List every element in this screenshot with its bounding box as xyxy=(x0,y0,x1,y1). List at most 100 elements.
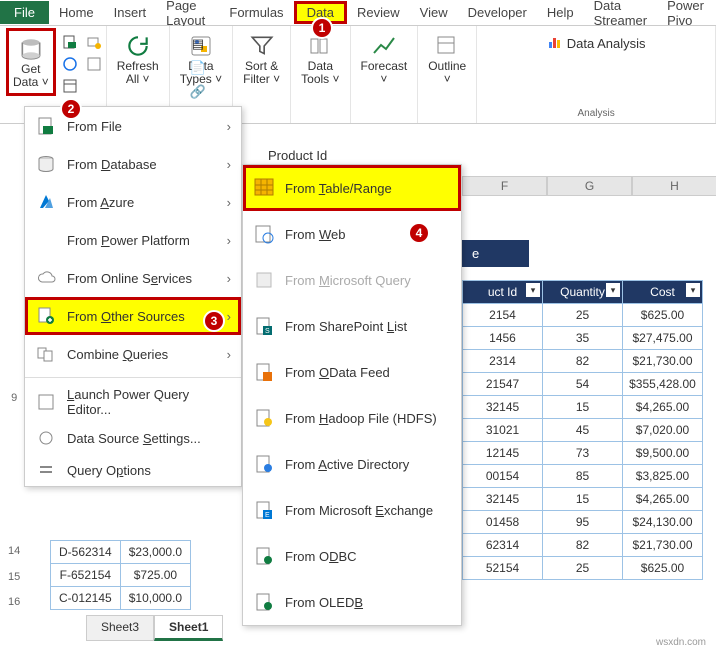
from-web-icon[interactable] xyxy=(60,54,80,74)
table-row[interactable]: 231482$21,730.00 xyxy=(463,350,703,373)
submenu-label: From OLEDB xyxy=(285,595,363,610)
col-header-g[interactable]: G xyxy=(547,176,632,196)
data-analysis-button[interactable]: Data Analysis xyxy=(541,28,652,59)
marker-3: 3 xyxy=(203,310,225,332)
filter-icon[interactable]: ▾ xyxy=(606,283,620,297)
col-header-f[interactable]: F xyxy=(462,176,547,196)
filter-icon[interactable]: ▾ xyxy=(686,283,700,297)
table-row[interactable]: 5215425$625.00 xyxy=(463,557,703,580)
file-icon xyxy=(35,115,57,137)
table-row[interactable]: 0015485$3,825.00 xyxy=(463,465,703,488)
submenu-label: From Active Directory xyxy=(285,457,409,472)
table-row[interactable]: 0145895$24,130.00 xyxy=(463,511,703,534)
table-row[interactable]: 3102145$7,020.00 xyxy=(463,419,703,442)
tab-insert[interactable]: Insert xyxy=(104,1,157,24)
menu-label: From Other Sources xyxy=(67,309,185,324)
row-header[interactable]: 16 xyxy=(8,596,20,622)
submenu-from-ad[interactable]: From Active Directory xyxy=(243,441,461,487)
row-header[interactable]: 9 xyxy=(8,392,20,418)
refresh-all-button[interactable]: Refresh All ˅ xyxy=(113,28,163,90)
submenu-label: From Web xyxy=(285,227,345,242)
table-row[interactable]: 1214573$9,500.00 xyxy=(463,442,703,465)
tab-review[interactable]: Review xyxy=(347,1,410,24)
outline-icon xyxy=(433,32,461,60)
submenu-from-odbc[interactable]: From ODBC xyxy=(243,533,461,579)
table-row[interactable]: C-012145$10,000.0 xyxy=(51,587,191,610)
submenu-from-exchange[interactable]: E From Microsoft Exchange xyxy=(243,487,461,533)
from-table-icon[interactable] xyxy=(60,76,80,96)
table-row[interactable]: 145635$27,475.00 xyxy=(463,327,703,350)
table-row[interactable]: 3214515$4,265.00 xyxy=(463,396,703,419)
watermark: wsxdn.com xyxy=(656,637,706,648)
submenu-from-hadoop[interactable]: From Hadoop File (HDFS) xyxy=(243,395,461,441)
menu-combine-queries[interactable]: Combine Queries › xyxy=(25,335,241,373)
submenu-label: From ODBC xyxy=(285,549,357,564)
table-row[interactable]: 3214515$4,265.00 xyxy=(463,488,703,511)
data-tools-label-2: Tools ˅ xyxy=(301,73,339,86)
sheet-tab-sheet3[interactable]: Sheet3 xyxy=(86,615,154,641)
tab-help[interactable]: Help xyxy=(537,1,584,24)
menu-query-options[interactable]: Query Options xyxy=(25,454,241,486)
submenu-from-oledb[interactable]: From OLEDB xyxy=(243,579,461,625)
chevron-right-icon: › xyxy=(227,309,231,324)
submenu-from-odata[interactable]: From OData Feed xyxy=(243,349,461,395)
menu-label: From Database xyxy=(67,157,157,172)
chevron-right-icon: › xyxy=(227,119,231,134)
row-header[interactable]: 14 xyxy=(8,545,20,571)
menu-launch-pqe[interactable]: Launch Power Query Editor... xyxy=(25,382,241,422)
chevron-right-icon: › xyxy=(227,271,231,286)
tab-home[interactable]: Home xyxy=(49,1,104,24)
submenu-from-table-range[interactable]: From Table/Range xyxy=(243,165,461,211)
get-data-button[interactable]: Get Data ˅ xyxy=(6,28,56,96)
sort-filter-button[interactable]: Sort & Filter ˅ xyxy=(239,28,284,90)
properties-icon[interactable]: 📄 xyxy=(188,58,208,78)
from-text-csv-icon[interactable] xyxy=(60,32,80,52)
menu-label: Data Source Settings... xyxy=(67,431,201,446)
menu-label: Launch Power Query Editor... xyxy=(67,387,231,417)
th-product-id[interactable]: uct Id▾ xyxy=(463,281,543,304)
row-header[interactable]: 15 xyxy=(8,571,20,597)
sheet-tab-sheet1[interactable]: Sheet1 xyxy=(154,615,223,641)
submenu-label: From SharePoint List xyxy=(285,319,407,334)
table-row[interactable]: 2154754$355,428.00 xyxy=(463,373,703,396)
table-row[interactable]: D-562314$23,000.0 xyxy=(51,541,191,564)
marker-4: 4 xyxy=(408,222,430,244)
recent-sources-icon[interactable] xyxy=(84,32,104,52)
menu-label: From Power Platform xyxy=(67,233,190,248)
svg-text:E: E xyxy=(265,512,270,519)
filter-icon[interactable]: ▾ xyxy=(526,283,540,297)
menu-from-online-services[interactable]: From Online Services › xyxy=(25,259,241,297)
submenu-from-sharepoint[interactable]: S From SharePoint List xyxy=(243,303,461,349)
tab-formulas[interactable]: Formulas xyxy=(219,1,293,24)
refresh-icon xyxy=(124,32,152,60)
tab-view[interactable]: View xyxy=(410,1,458,24)
outline-button[interactable]: Outline ˅ xyxy=(424,28,470,90)
existing-connections-icon[interactable] xyxy=(84,54,104,74)
th-cost[interactable]: Cost▾ xyxy=(623,281,703,304)
menu-from-file[interactable]: From File › xyxy=(25,107,241,145)
forecast-icon xyxy=(370,32,398,60)
edit-links-icon[interactable]: 🔗 xyxy=(188,82,208,102)
menu-from-power-platform[interactable]: From Power Platform › xyxy=(25,221,241,259)
submenu-label: From Hadoop File (HDFS) xyxy=(285,411,437,426)
menu-label: From Online Services xyxy=(67,271,192,286)
table-row[interactable]: F-652154$725.00 xyxy=(51,564,191,587)
group-outline: Outline ˅ xyxy=(418,26,477,123)
menu-from-database[interactable]: From Database › xyxy=(25,145,241,183)
get-data-label-2: Data ˅ xyxy=(13,76,49,89)
table-row[interactable]: 215425$625.00 xyxy=(463,304,703,327)
menu-data-source-settings[interactable]: Data Source Settings... xyxy=(25,422,241,454)
queries-icon[interactable]: ▤ xyxy=(188,34,208,54)
menu-from-azure[interactable]: From Azure › xyxy=(25,183,241,221)
th-quantity[interactable]: Quantity▾ xyxy=(543,281,623,304)
ad-icon xyxy=(253,453,275,475)
file-tab[interactable]: File xyxy=(0,1,49,24)
chevron-down-icon: ˅ xyxy=(380,73,387,86)
col-header-h[interactable]: H xyxy=(632,176,716,196)
table-row[interactable]: 6231482$21,730.00 xyxy=(463,534,703,557)
submenu-from-ms-query: From Microsoft Query xyxy=(243,257,461,303)
forecast-button[interactable]: Forecast ˅ xyxy=(357,28,412,90)
tab-developer[interactable]: Developer xyxy=(458,1,537,24)
data-analysis-label: Data Analysis xyxy=(567,36,646,51)
refresh-label-2: All ˅ xyxy=(126,73,150,86)
